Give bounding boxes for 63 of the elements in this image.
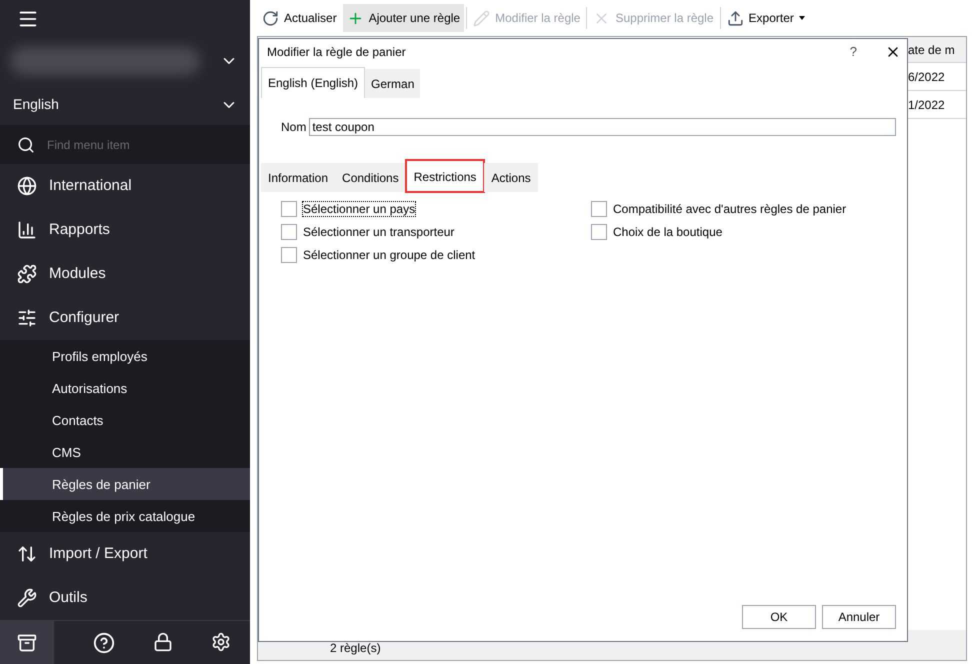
upload-icon (726, 10, 744, 26)
dropdown-caret-icon (798, 16, 805, 20)
section-tab[interactable]: Information (261, 163, 336, 192)
checkbox-option[interactable]: Sélectionner un transporteur (281, 220, 591, 243)
archive-icon[interactable] (17, 632, 37, 653)
help-icon[interactable] (93, 632, 115, 654)
language-selector[interactable]: English (13, 94, 59, 116)
pencil-icon (473, 10, 490, 26)
submenu-item[interactable]: Autorisations (0, 372, 250, 404)
menu-item[interactable]: Modules (0, 252, 250, 296)
menu-item[interactable]: Configurer (0, 296, 250, 340)
submenu-item[interactable]: Profils employés (0, 340, 250, 372)
checkbox[interactable] (281, 200, 297, 216)
toolbar-button[interactable]: Actualiser (258, 4, 341, 32)
section-tab[interactable]: Conditions (335, 163, 406, 192)
refresh-icon (262, 10, 279, 26)
search-icon (17, 136, 35, 154)
dialog-button[interactable]: OK (742, 605, 816, 629)
checkbox-option[interactable]: Sélectionner un pays (281, 197, 591, 220)
help-button[interactable]: ? (850, 42, 857, 62)
toolbar-button[interactable]: Ajouter une règle (342, 4, 464, 32)
column-header[interactable]: ate de m (908, 37, 966, 63)
section-tab[interactable]: Restrictions (406, 160, 484, 192)
menu-item[interactable]: Rapports (0, 208, 250, 252)
menu-item-label: Rapports (49, 220, 110, 240)
lock-icon[interactable] (153, 632, 173, 652)
checkbox[interactable] (591, 224, 607, 240)
dialog-title: Modifier la règle de panier (267, 44, 406, 61)
submenu-item[interactable]: Règles de panier (0, 468, 250, 500)
section-tab[interactable]: Actions (484, 163, 538, 192)
menu-item-label: International (49, 176, 132, 196)
submenu-item[interactable]: Contacts (0, 404, 250, 436)
submenu-item[interactable]: Règles de prix catalogue (0, 500, 250, 532)
menu-item-label: Import / Export (49, 544, 148, 564)
search-field[interactable]: Find menu item (0, 124, 250, 164)
menu-item-label: Outils (49, 588, 88, 608)
globe-icon (17, 176, 37, 196)
menu-item[interactable]: International (0, 164, 250, 208)
dialog-button[interactable]: Annuler (822, 605, 896, 629)
menu-item[interactable]: Outils (0, 576, 250, 620)
arrows-icon (17, 544, 37, 564)
menu-item-label: Configurer (49, 308, 120, 328)
name-label: Nom (281, 119, 306, 136)
status-text: 2 règle(s) (330, 640, 381, 657)
menu-item[interactable]: Import / Export (0, 532, 250, 576)
checkbox[interactable] (281, 246, 297, 262)
checkbox-option[interactable]: Sélectionner un groupe de client (281, 243, 591, 266)
submenu-item[interactable]: CMS (0, 436, 250, 468)
bar-chart-icon (17, 220, 37, 240)
checkbox[interactable] (591, 200, 607, 216)
checkbox-option[interactable]: Compatibilité avec d'autres règles de panier (591, 197, 846, 220)
language-tab[interactable]: German (365, 69, 420, 98)
name-field[interactable]: test coupon (309, 118, 896, 136)
search-input[interactable]: Find menu item (47, 136, 227, 154)
wrench-icon (17, 588, 37, 608)
menu-item-label: Modules (49, 264, 106, 284)
language-tab[interactable]: English (English) (261, 67, 366, 98)
checkbox[interactable] (281, 224, 297, 240)
sliders-icon (17, 308, 37, 328)
puzzle-icon (17, 264, 37, 284)
checkbox-option[interactable]: Choix de la boutique (591, 220, 846, 243)
toolbar-button[interactable]: Exporter (722, 4, 809, 32)
settings-icon[interactable] (211, 632, 231, 652)
